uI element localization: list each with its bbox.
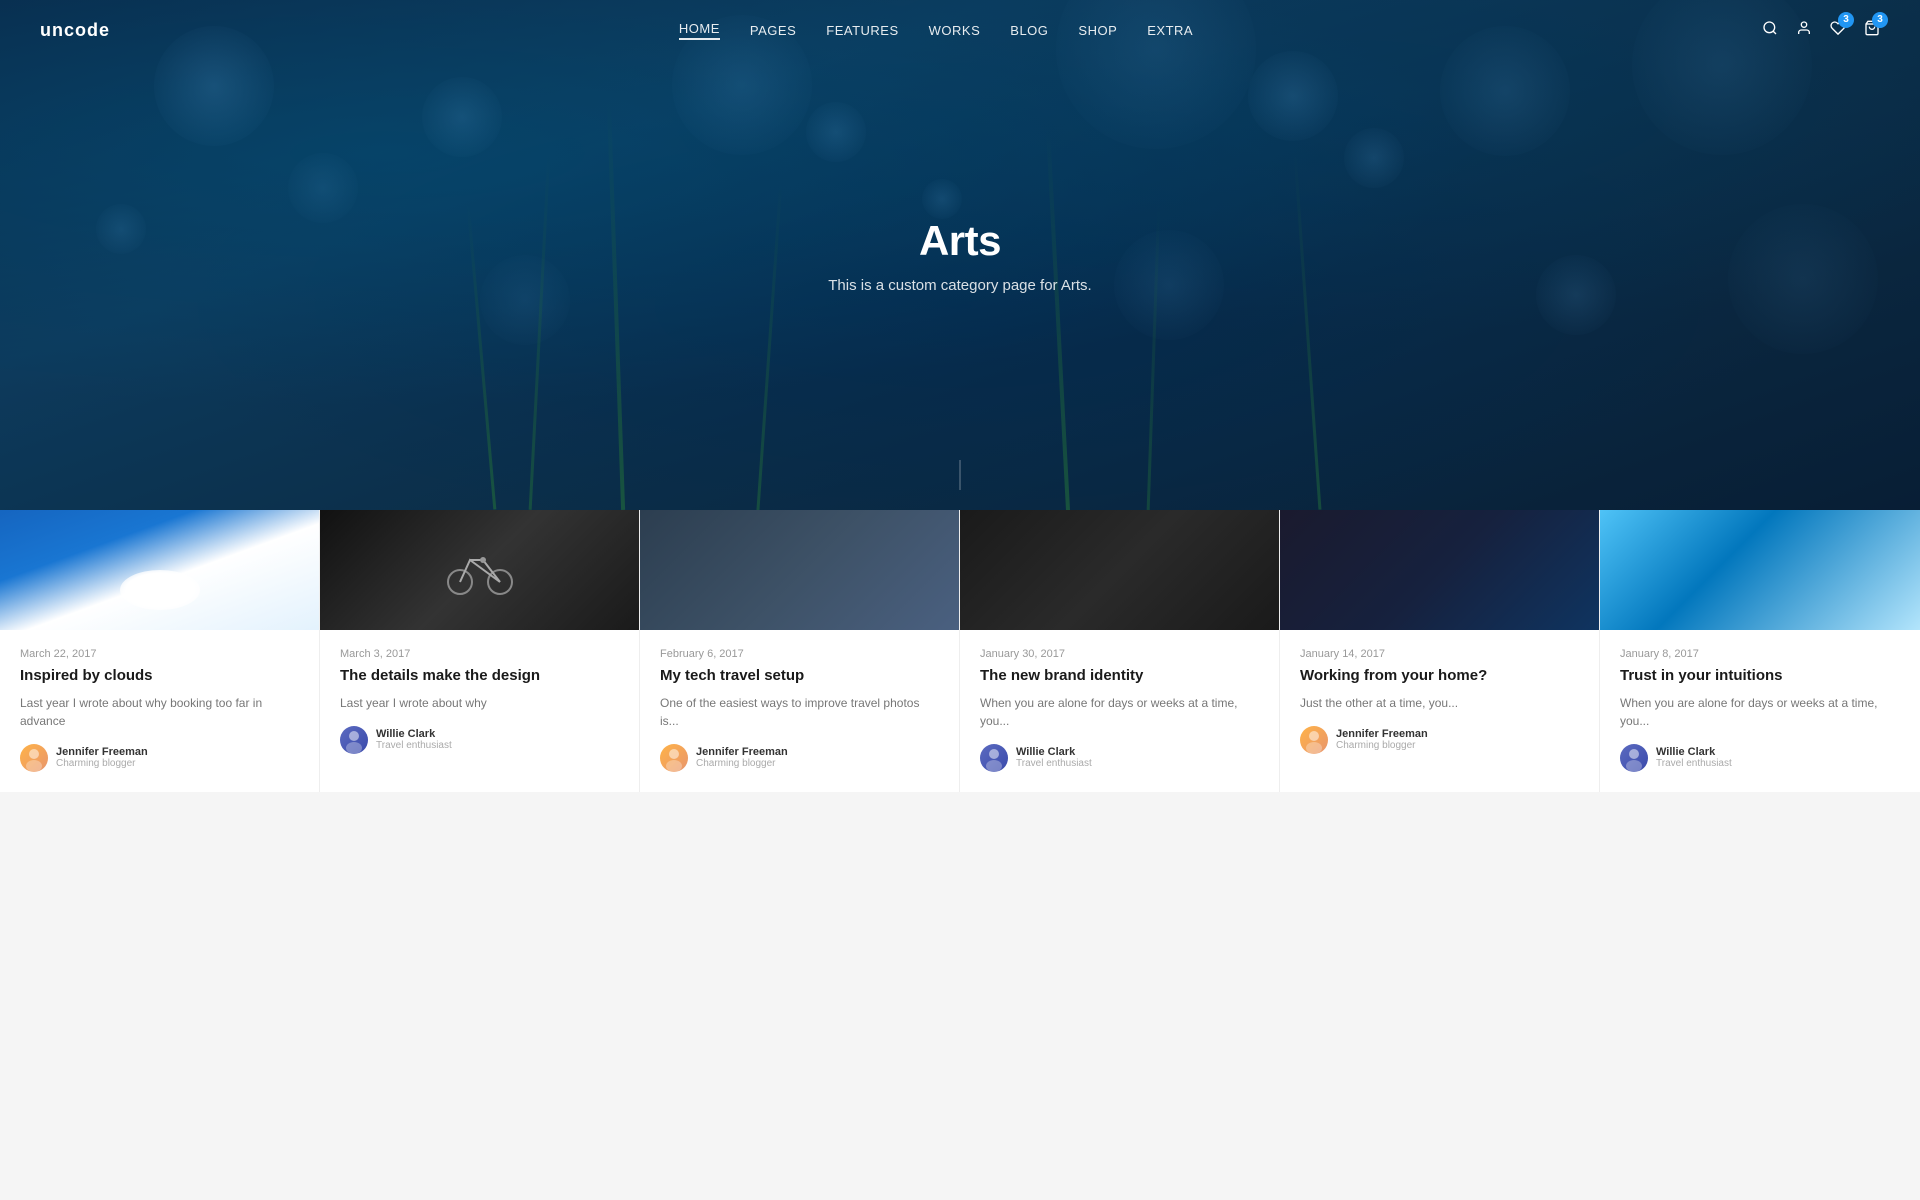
author-avatar — [340, 726, 368, 754]
author-role: Charming blogger — [696, 758, 788, 769]
posts-section: March 22, 2017 Inspired by clouds Last y… — [0, 510, 1920, 792]
post-thumbnail — [1280, 510, 1599, 630]
post-body: March 3, 2017 The details make the desig… — [320, 630, 639, 774]
hero-content: Arts This is a custom category page for … — [828, 217, 1091, 294]
post-body: January 30, 2017 The new brand identity … — [960, 630, 1279, 792]
author-avatar — [1300, 726, 1328, 754]
site-header: uncode HOME PAGES FEATURES WORKS BLOG SH… — [0, 0, 1920, 60]
avatar-image — [660, 744, 688, 772]
scroll-line — [960, 460, 961, 490]
post-card[interactable]: January 8, 2017 Trust in your intuitions… — [1600, 510, 1920, 792]
post-title[interactable]: The details make the design — [340, 666, 619, 686]
post-body: January 8, 2017 Trust in your intuitions… — [1600, 630, 1920, 792]
author-name: Jennifer Freeman — [1336, 728, 1428, 740]
hero-subtitle: This is a custom category page for Arts. — [828, 277, 1091, 294]
hero-scroll-indicator — [960, 460, 961, 490]
author-role: Travel enthusiast — [1656, 758, 1732, 769]
post-date: January 14, 2017 — [1300, 648, 1579, 660]
author-avatar — [660, 744, 688, 772]
post-body: January 14, 2017 Working from your home?… — [1280, 630, 1599, 774]
user-icon[interactable] — [1796, 20, 1812, 41]
author-name: Willie Clark — [376, 728, 452, 740]
author-info: Jennifer Freeman Charming blogger — [696, 746, 788, 769]
author-name: Willie Clark — [1016, 746, 1092, 758]
nav-works[interactable]: WORKS — [929, 23, 981, 38]
avatar-image — [1620, 744, 1648, 772]
post-excerpt: Just the other at a time, you... — [1300, 694, 1579, 712]
post-author: Willie Clark Travel enthusiast — [1620, 744, 1900, 772]
author-info: Willie Clark Travel enthusiast — [376, 728, 452, 751]
author-role: Charming blogger — [56, 758, 148, 769]
nav-features[interactable]: FEATURES — [826, 23, 898, 38]
post-body: February 6, 2017 My tech travel setup On… — [640, 630, 959, 792]
post-card[interactable]: February 6, 2017 My tech travel setup On… — [640, 510, 960, 792]
nav-shop[interactable]: SHOP — [1078, 23, 1117, 38]
post-card[interactable]: January 30, 2017 The new brand identity … — [960, 510, 1280, 792]
wishlist-icon[interactable]: 3 — [1830, 20, 1846, 41]
post-date: January 30, 2017 — [980, 648, 1259, 660]
post-card[interactable]: March 3, 2017 The details make the desig… — [320, 510, 640, 792]
author-role: Travel enthusiast — [376, 740, 452, 751]
nav-pages[interactable]: PAGES — [750, 23, 796, 38]
post-title[interactable]: The new brand identity — [980, 666, 1259, 686]
post-thumbnail — [320, 510, 639, 630]
author-avatar — [1620, 744, 1648, 772]
header-actions: 3 3 — [1762, 20, 1880, 41]
author-info: Willie Clark Travel enthusiast — [1016, 746, 1092, 769]
avatar-image — [1300, 726, 1328, 754]
post-excerpt: When you are alone for days or weeks at … — [980, 694, 1259, 730]
author-avatar — [980, 744, 1008, 772]
post-title[interactable]: Working from your home? — [1300, 666, 1579, 686]
author-name: Jennifer Freeman — [696, 746, 788, 758]
post-author: Willie Clark Travel enthusiast — [340, 726, 619, 754]
cart-icon[interactable]: 3 — [1864, 20, 1880, 41]
post-title[interactable]: Trust in your intuitions — [1620, 666, 1900, 686]
post-author: Jennifer Freeman Charming blogger — [660, 744, 939, 772]
post-thumbnail — [960, 510, 1279, 630]
post-date: February 6, 2017 — [660, 648, 939, 660]
post-card[interactable]: January 14, 2017 Working from your home?… — [1280, 510, 1600, 792]
post-date: March 3, 2017 — [340, 648, 619, 660]
author-info: Jennifer Freeman Charming blogger — [56, 746, 148, 769]
author-info: Jennifer Freeman Charming blogger — [1336, 728, 1428, 751]
post-excerpt: When you are alone for days or weeks at … — [1620, 694, 1900, 730]
main-nav: HOME PAGES FEATURES WORKS BLOG SHOP EXTR… — [679, 21, 1193, 40]
post-excerpt: One of the easiest ways to improve trave… — [660, 694, 939, 730]
author-role: Travel enthusiast — [1016, 758, 1092, 769]
nav-extra[interactable]: EXTRA — [1147, 23, 1193, 38]
post-card[interactable]: March 22, 2017 Inspired by clouds Last y… — [0, 510, 320, 792]
author-avatar — [20, 744, 48, 772]
logo[interactable]: uncode — [40, 20, 110, 41]
post-excerpt: Last year I wrote about why — [340, 694, 619, 712]
post-excerpt: Last year I wrote about why booking too … — [20, 694, 299, 730]
post-title[interactable]: Inspired by clouds — [20, 666, 299, 686]
author-name: Willie Clark — [1656, 746, 1732, 758]
post-date: January 8, 2017 — [1620, 648, 1900, 660]
post-date: March 22, 2017 — [20, 648, 299, 660]
post-title[interactable]: My tech travel setup — [660, 666, 939, 686]
author-info: Willie Clark Travel enthusiast — [1656, 746, 1732, 769]
post-body: March 22, 2017 Inspired by clouds Last y… — [0, 630, 319, 792]
cart-badge: 3 — [1872, 12, 1888, 28]
wishlist-badge: 3 — [1838, 12, 1854, 28]
post-author: Jennifer Freeman Charming blogger — [1300, 726, 1579, 754]
nav-home[interactable]: HOME — [679, 21, 720, 40]
avatar-image — [980, 744, 1008, 772]
avatar-image — [340, 726, 368, 754]
search-icon[interactable] — [1762, 20, 1778, 41]
post-thumbnail — [1600, 510, 1920, 630]
avatar-image — [20, 744, 48, 772]
hero-section: Arts This is a custom category page for … — [0, 0, 1920, 510]
post-thumbnail — [640, 510, 959, 630]
posts-grid: March 22, 2017 Inspired by clouds Last y… — [0, 510, 1920, 792]
post-author: Jennifer Freeman Charming blogger — [20, 744, 299, 772]
post-thumbnail — [0, 510, 319, 630]
author-name: Jennifer Freeman — [56, 746, 148, 758]
post-author: Willie Clark Travel enthusiast — [980, 744, 1259, 772]
hero-title: Arts — [828, 217, 1091, 265]
author-role: Charming blogger — [1336, 740, 1428, 751]
nav-blog[interactable]: BLOG — [1010, 23, 1048, 38]
